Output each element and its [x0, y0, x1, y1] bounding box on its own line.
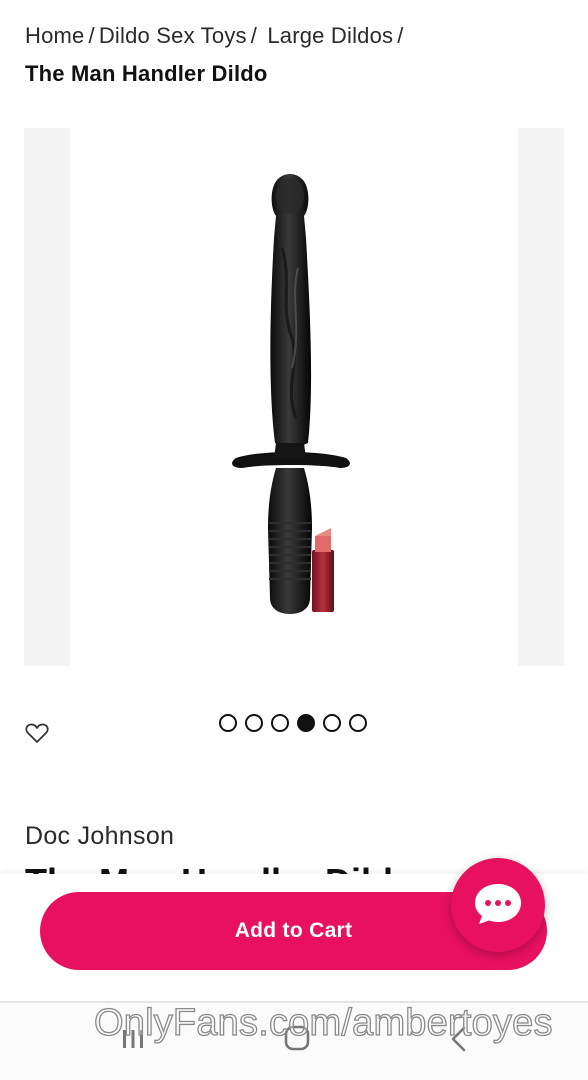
carousel-dot[interactable] [245, 714, 263, 732]
carousel-dot[interactable] [323, 714, 341, 732]
breadcrumb-separator: / [250, 23, 258, 48]
heart-outline-icon[interactable] [24, 720, 50, 746]
watermark-text: OnlyFans.com/ambertoyes [93, 1001, 553, 1044]
breadcrumb-separator: / [397, 23, 404, 48]
next-slide-peek[interactable] [518, 128, 564, 666]
product-gallery[interactable] [24, 128, 564, 666]
carousel-dot[interactable] [271, 714, 289, 732]
breadcrumb-large-dildos[interactable]: Large Dildos [261, 23, 393, 48]
breadcrumb-dildo-sex-toys[interactable]: Dildo Sex Toys [99, 23, 247, 48]
chat-bubble-icon [475, 884, 521, 924]
carousel-pagination [219, 714, 367, 734]
carousel-dot[interactable] [219, 714, 237, 732]
carousel-dot[interactable] [349, 714, 367, 732]
product-photo [232, 174, 350, 614]
chat-button[interactable] [451, 858, 545, 952]
breadcrumb-current: The Man Handler Dildo [25, 61, 268, 86]
carousel-dot-active[interactable] [297, 714, 315, 732]
breadcrumb: Home / Dildo Sex Toys / Large Dildos / The M… [25, 22, 565, 88]
breadcrumb-separator: / [88, 23, 95, 48]
previous-slide-peek[interactable] [24, 128, 70, 666]
product-image[interactable] [70, 128, 518, 666]
breadcrumb-home[interactable]: Home [25, 23, 85, 48]
product-brand[interactable]: Doc Johnson [25, 822, 174, 851]
